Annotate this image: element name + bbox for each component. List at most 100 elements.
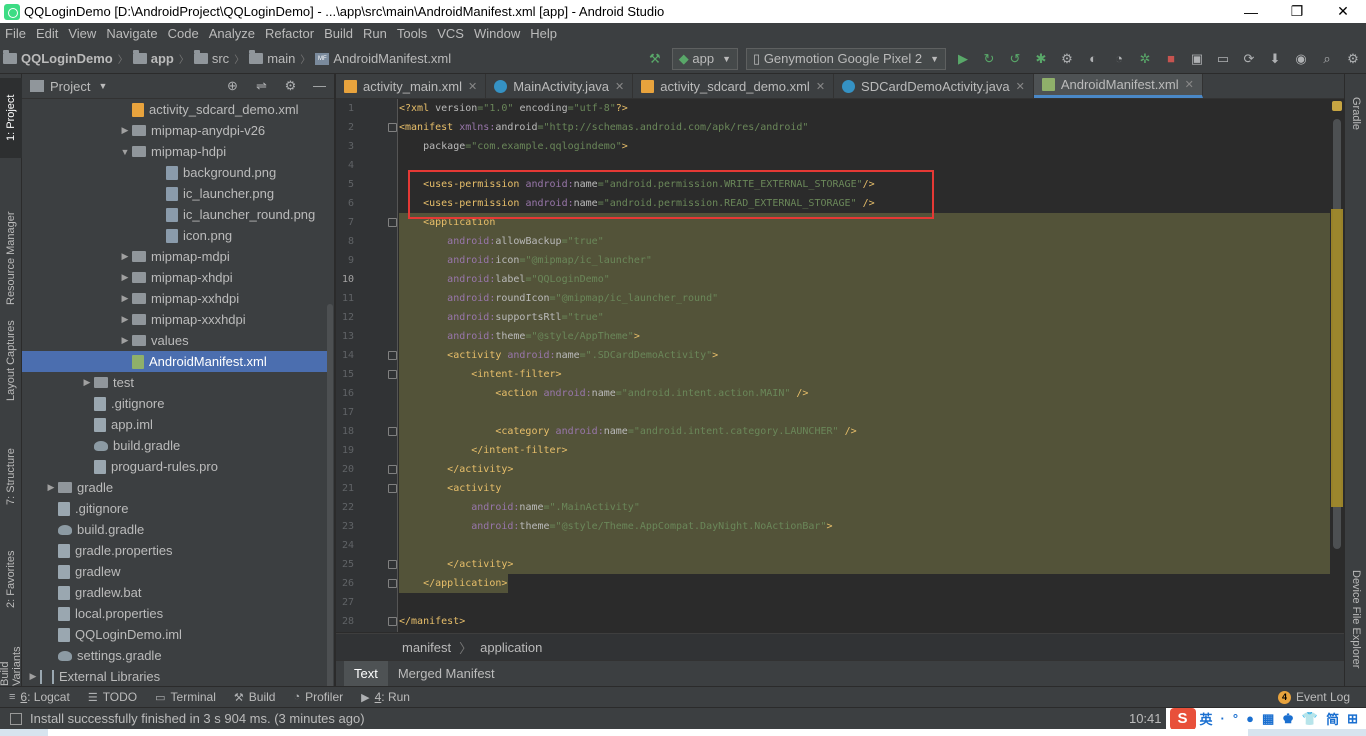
attach-process-icon[interactable]: ✲: [1134, 48, 1156, 70]
tool-tab-build-variants[interactable]: Build Variants: [0, 634, 22, 686]
code-editor[interactable]: <?xml version="1.0" encoding="utf-8"?> <…: [399, 99, 1330, 632]
tree-item[interactable]: .gitignore: [22, 393, 327, 414]
sdk-manager-icon[interactable]: ⬇: [1264, 48, 1286, 70]
expand-right-icon[interactable]: ▶: [118, 125, 132, 136]
tree-item[interactable]: ▶ test: [22, 372, 327, 393]
expand-right-icon[interactable]: ▶: [118, 272, 132, 283]
minimize-button[interactable]: —: [1228, 0, 1274, 23]
tree-item[interactable]: ▶ mipmap-xxxhdpi: [22, 309, 327, 330]
tree-item[interactable]: gradle.properties: [22, 540, 327, 561]
editor-tab[interactable]: SDCardDemoActivity.java ✕: [834, 74, 1034, 98]
run-config-select[interactable]: ◆ app ▼: [671, 47, 739, 70]
tree-item[interactable]: ic_launcher.png: [22, 183, 327, 204]
editor-scrollbar[interactable]: [1330, 99, 1344, 632]
expand-down-icon[interactable]: ▼: [118, 147, 132, 157]
inspection-status-icon[interactable]: [1332, 101, 1342, 111]
tool-window-button[interactable]: ☰ TODO: [79, 690, 146, 704]
nav-crumb-project[interactable]: QQLoginDemo: [0, 50, 116, 66]
project-view-title[interactable]: Project: [50, 79, 90, 94]
tree-item[interactable]: build.gradle: [22, 435, 327, 456]
tool-tab-gradle[interactable]: Gradle: [1345, 84, 1366, 144]
avd-manager-icon[interactable]: ▭: [1212, 48, 1234, 70]
ime-tool-icon[interactable]: ⊞: [1347, 711, 1358, 727]
attach-debugger-icon[interactable]: ⚙: [1056, 48, 1078, 70]
run-icon[interactable]: ▶: [952, 48, 974, 70]
breadcrumb-application[interactable]: application: [480, 640, 542, 655]
fold-marker-icon[interactable]: [388, 579, 397, 588]
menu-window[interactable]: Window: [469, 23, 525, 44]
tool-window-button[interactable]: ◔ Profiler: [284, 690, 352, 704]
tree-item[interactable]: build.gradle: [22, 519, 327, 540]
make-hammer-icon[interactable]: ⚒: [644, 48, 666, 70]
tree-item[interactable]: proguard-rules.pro: [22, 456, 327, 477]
ime-tool-icon[interactable]: ·: [1221, 711, 1225, 726]
debug-icon[interactable]: ✱: [1030, 48, 1052, 70]
tool-tab-layout-captures[interactable]: Layout Captures: [0, 306, 22, 416]
ime-tool-icon[interactable]: 👕: [1302, 711, 1318, 727]
tool-tab-project[interactable]: 1: Project: [0, 78, 22, 158]
fold-marker-icon[interactable]: [388, 218, 397, 227]
fold-marker-icon[interactable]: [388, 484, 397, 493]
editor-tab[interactable]: MainActivity.java ✕: [486, 74, 634, 98]
expand-right-icon[interactable]: ▶: [118, 314, 132, 325]
tab-text[interactable]: Text: [344, 661, 388, 686]
nav-crumb-main[interactable]: main: [246, 50, 298, 66]
sync-gradle-icon[interactable]: ⟳: [1238, 48, 1260, 70]
tool-window-button[interactable]: ≡ 6: Logcat: [0, 690, 79, 704]
chevron-down-icon[interactable]: ▼: [98, 81, 107, 91]
tree-item[interactable]: QQLoginDemo.iml: [22, 624, 327, 645]
menu-view[interactable]: View: [63, 23, 101, 44]
stop-icon[interactable]: ■: [1160, 48, 1182, 70]
ime-tool-icon[interactable]: 简: [1326, 709, 1339, 728]
fold-marker-icon[interactable]: [388, 465, 397, 474]
editor-tab[interactable]: activity_main.xml ✕: [336, 74, 487, 98]
fold-marker-icon[interactable]: [388, 351, 397, 360]
settings-gear-icon[interactable]: ⚙: [1342, 48, 1364, 70]
tree-item[interactable]: gradlew: [22, 561, 327, 582]
editor-tab[interactable]: activity_sdcard_demo.xml ✕: [633, 74, 835, 98]
tree-item[interactable]: ▶ mipmap-xhdpi: [22, 267, 327, 288]
ime-tool-icon[interactable]: ▦: [1262, 711, 1274, 727]
fold-marker-icon[interactable]: [388, 560, 397, 569]
expand-right-icon[interactable]: ▶: [118, 293, 132, 304]
editor-tab[interactable]: AndroidManifest.xml ✕: [1033, 74, 1203, 98]
layout-inspector-icon[interactable]: ◉: [1290, 48, 1312, 70]
expand-right-icon[interactable]: ▶: [44, 482, 58, 493]
close-tab-icon[interactable]: ✕: [615, 80, 624, 93]
nav-crumb-module[interactable]: app: [130, 50, 177, 66]
apply-code-changes-icon[interactable]: ↺: [1004, 48, 1026, 70]
fold-marker-icon[interactable]: [388, 370, 397, 379]
tree-item[interactable]: gradlew.bat: [22, 582, 327, 603]
expand-right-icon[interactable]: ▶: [26, 671, 40, 682]
close-button[interactable]: ✕: [1320, 0, 1366, 23]
menu-help[interactable]: Help: [525, 23, 562, 44]
tree-item[interactable]: ▶ External Libraries: [22, 666, 327, 686]
tab-merged-manifest[interactable]: Merged Manifest: [388, 661, 505, 686]
search-icon[interactable]: ⌕: [1316, 48, 1338, 70]
breadcrumb-manifest[interactable]: manifest: [402, 640, 451, 655]
collapse-all-icon[interactable]: ⇌: [247, 78, 276, 94]
tree-item[interactable]: .gitignore: [22, 498, 327, 519]
locate-target-icon[interactable]: ⊕: [218, 78, 247, 94]
tree-item[interactable]: ▶ mipmap-xxhdpi: [22, 288, 327, 309]
fold-marker-icon[interactable]: [388, 123, 397, 132]
close-tab-icon[interactable]: ✕: [816, 80, 825, 93]
ime-tool-icon[interactable]: ●: [1246, 711, 1254, 726]
tool-window-button[interactable]: ▭ Terminal: [146, 690, 225, 704]
fold-marker-icon[interactable]: [388, 427, 397, 436]
tool-tab-device-file-explorer[interactable]: Device File Explorer: [1345, 552, 1366, 686]
menu-build[interactable]: Build: [319, 23, 358, 44]
expand-right-icon[interactable]: ▶: [118, 251, 132, 262]
menu-tools[interactable]: Tools: [392, 23, 432, 44]
menu-analyze[interactable]: Analyze: [204, 23, 260, 44]
nav-crumb-file[interactable]: MF AndroidManifest.xml: [312, 51, 454, 66]
close-tab-icon[interactable]: ✕: [468, 80, 477, 93]
sogou-ime-icon[interactable]: S: [1169, 707, 1196, 730]
hide-panel-icon[interactable]: —: [305, 78, 334, 94]
close-tab-icon[interactable]: ✕: [1016, 80, 1025, 93]
coverage-icon[interactable]: ◐: [1082, 48, 1104, 70]
expand-right-icon[interactable]: ▶: [80, 377, 94, 388]
toggle-tool-windows-icon[interactable]: [10, 712, 22, 725]
device-select[interactable]: ▯ Genymotion Google Pixel 2 ▼: [746, 47, 946, 70]
tree-item[interactable]: settings.gradle: [22, 645, 327, 666]
